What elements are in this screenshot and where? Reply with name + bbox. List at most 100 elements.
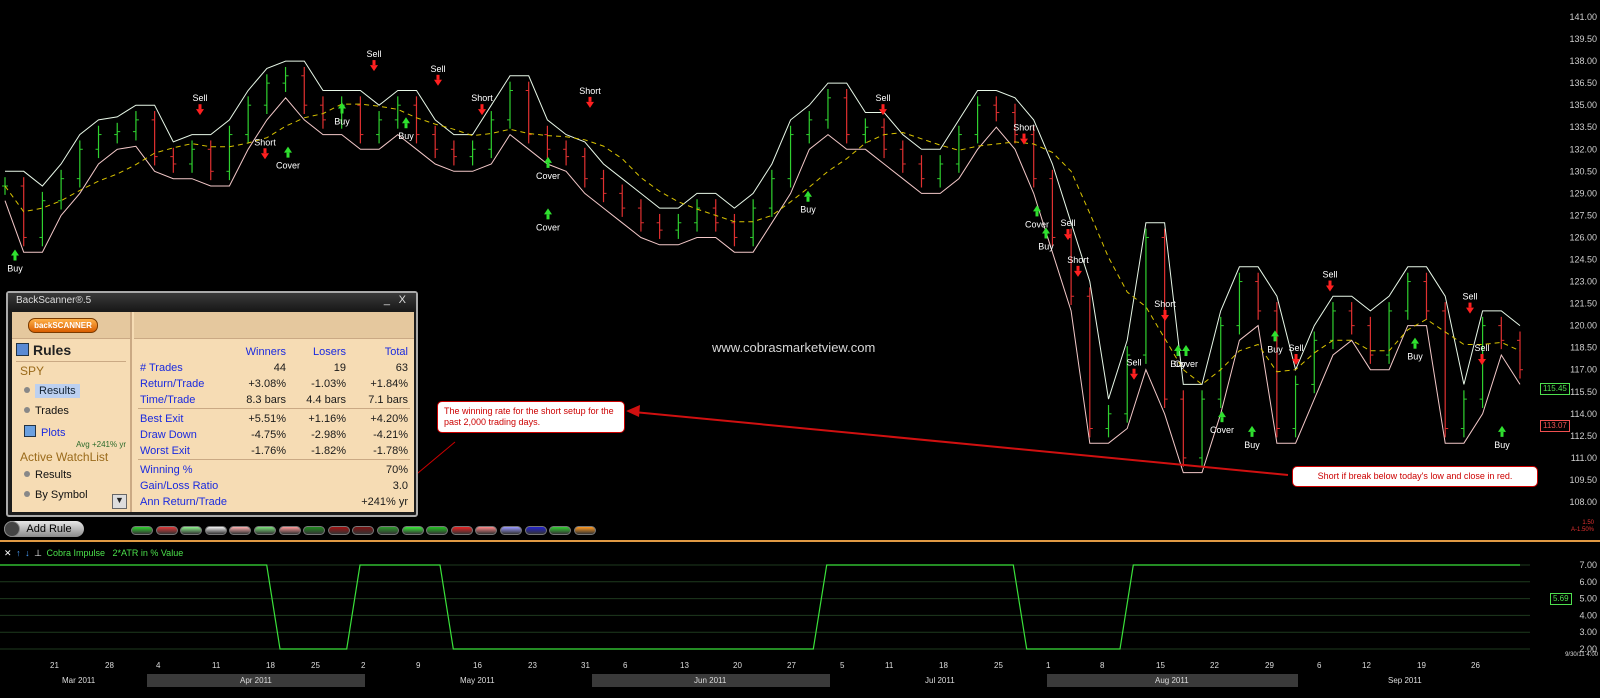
sell-arrow-stem (480, 104, 484, 110)
color-swatch[interactable] (450, 526, 473, 535)
buy-arrow-icon (1411, 337, 1419, 344)
price-tick-label: 118.50 (1570, 343, 1597, 353)
price-tick-label: 126.00 (1569, 232, 1597, 242)
timestamp: 9/30/11 4:00 (1565, 652, 1598, 658)
price-axis: 141.00 139.50 138.00 136.50 135.00 133.50 132.… (1569, 12, 1597, 507)
indicator-chart[interactable]: 7.006.005.004.003.002.00 (0, 545, 1600, 655)
color-swatch[interactable] (401, 526, 424, 535)
color-swatch[interactable] (278, 526, 301, 535)
sell-arrow-icon (434, 79, 442, 86)
row-label: Gain/Loss Ratio (140, 480, 219, 492)
color-swatch[interactable] (426, 526, 449, 535)
watch-results[interactable]: Results (24, 469, 72, 481)
color-swatch[interactable] (524, 526, 547, 535)
color-swatch[interactable] (475, 526, 498, 535)
price-tick-label: 130.50 (1569, 166, 1597, 176)
add-rule-button[interactable]: Add Rule (4, 521, 84, 537)
cell-total: 3.0 (392, 480, 408, 492)
sell-arrow-stem (1468, 302, 1472, 308)
sell-arrow-stem (881, 104, 885, 110)
cell-losers: +1.16% (308, 413, 346, 425)
price-tick-label: 123.00 (1569, 277, 1597, 287)
row-label: Ann Return/Trade (140, 496, 228, 508)
signal-label: Sell (1474, 343, 1489, 353)
sell-arrow-stem (1022, 133, 1026, 139)
signal-label: Buy (398, 131, 414, 141)
month-label: Sep 2011 (1388, 676, 1422, 685)
color-swatch[interactable] (229, 526, 252, 535)
color-swatch[interactable] (352, 526, 375, 535)
buy-arrow-stem (1035, 211, 1039, 217)
price-tick-label: 115.50 (1570, 387, 1597, 397)
corner-note-text: 1.50 A-1.50% (1570, 520, 1594, 533)
sell-arrow-stem (198, 104, 202, 110)
add-rule-label: Add Rule (26, 523, 72, 535)
buy-arrow-stem (806, 196, 810, 202)
sell-arrow-icon (1130, 373, 1138, 380)
signal-label: Buy (1267, 344, 1283, 354)
color-swatch[interactable] (180, 526, 203, 535)
buy-arrow-icon (402, 117, 410, 124)
backscanner-logo: backSCANNER (28, 318, 98, 333)
row-label: Winning % (140, 464, 193, 476)
buy-arrow-icon (1218, 411, 1226, 418)
signal-label: Buy (1038, 241, 1054, 251)
sell-arrow-stem (263, 148, 267, 154)
color-swatch[interactable] (377, 526, 399, 535)
close-icon[interactable]: X (399, 293, 406, 308)
scroll-down-button[interactable]: ▼ (112, 494, 127, 509)
color-swatch[interactable] (303, 526, 326, 535)
color-swatch[interactable] (131, 526, 153, 535)
pane-separator[interactable] (0, 540, 1600, 542)
backscanner-window[interactable]: BackScanner®.5 _ X backSCANNER Rules SPY… (6, 291, 418, 517)
indicator-badge: 5.69 (1550, 593, 1572, 605)
watch-results-label: Results (35, 469, 72, 481)
day-label: 2 (361, 661, 366, 670)
date-axis: 9/30/11 4:00 21 28 4 11 18 25 2 9 16 23 31 6 13 20 27 5… (0, 652, 1600, 698)
nav-plots[interactable]: Plots (24, 425, 65, 439)
sell-arrow-icon (1161, 314, 1169, 321)
price-tick-label: 132.00 (1569, 144, 1597, 154)
sell-arrow-icon (1466, 307, 1474, 314)
watch-by-symbol[interactable]: By Symbol (24, 489, 88, 501)
logo-area: backSCANNER (12, 312, 130, 339)
indicator-tick-label: 7.00 (1579, 560, 1597, 570)
signal-label: Short (579, 86, 601, 96)
nav-trades[interactable]: Trades (24, 405, 69, 417)
cell-total: +241% yr (361, 496, 408, 508)
color-swatch[interactable] (254, 526, 276, 535)
signal-label: Sell (430, 64, 445, 74)
minimize-icon[interactable]: _ (384, 293, 390, 308)
sell-arrow-stem (1066, 229, 1070, 235)
signal-label: Cover (276, 161, 300, 171)
day-label: 28 (105, 661, 114, 670)
signal-label: Short (1154, 299, 1176, 309)
color-swatch[interactable] (500, 526, 522, 535)
day-label: 18 (939, 661, 948, 670)
buy-arrow-stem (1176, 351, 1180, 357)
price-tick-label: 124.50 (1569, 255, 1597, 265)
color-swatch[interactable] (549, 526, 572, 535)
color-swatch[interactable] (573, 526, 596, 535)
price-badge-lower: 113.07 (1540, 420, 1570, 432)
color-swatch[interactable] (204, 526, 227, 535)
buy-arrow-stem (546, 162, 550, 168)
color-swatch[interactable] (327, 526, 350, 535)
nav-results[interactable]: Results (24, 384, 80, 398)
sell-arrow-icon (586, 101, 594, 108)
buy-arrow-icon (1033, 205, 1041, 212)
signal-label: Sell (1462, 292, 1477, 302)
rules-heading[interactable]: Rules (16, 342, 71, 358)
day-label: 23 (528, 661, 537, 670)
signal-label: Buy (1494, 440, 1510, 450)
col-winners: Winners (245, 346, 286, 358)
cell-winners: -1.76% (251, 445, 286, 457)
day-label: 25 (994, 661, 1003, 670)
cell-total: 70% (385, 464, 408, 476)
buy-arrow-stem (1184, 351, 1188, 357)
window-titlebar[interactable]: BackScanner®.5 (8, 293, 416, 309)
buy-arrow-stem (1250, 431, 1254, 437)
signal-label: Buy (7, 264, 23, 274)
price-tick-label: 136.50 (1569, 78, 1597, 88)
color-swatch[interactable] (155, 526, 178, 535)
